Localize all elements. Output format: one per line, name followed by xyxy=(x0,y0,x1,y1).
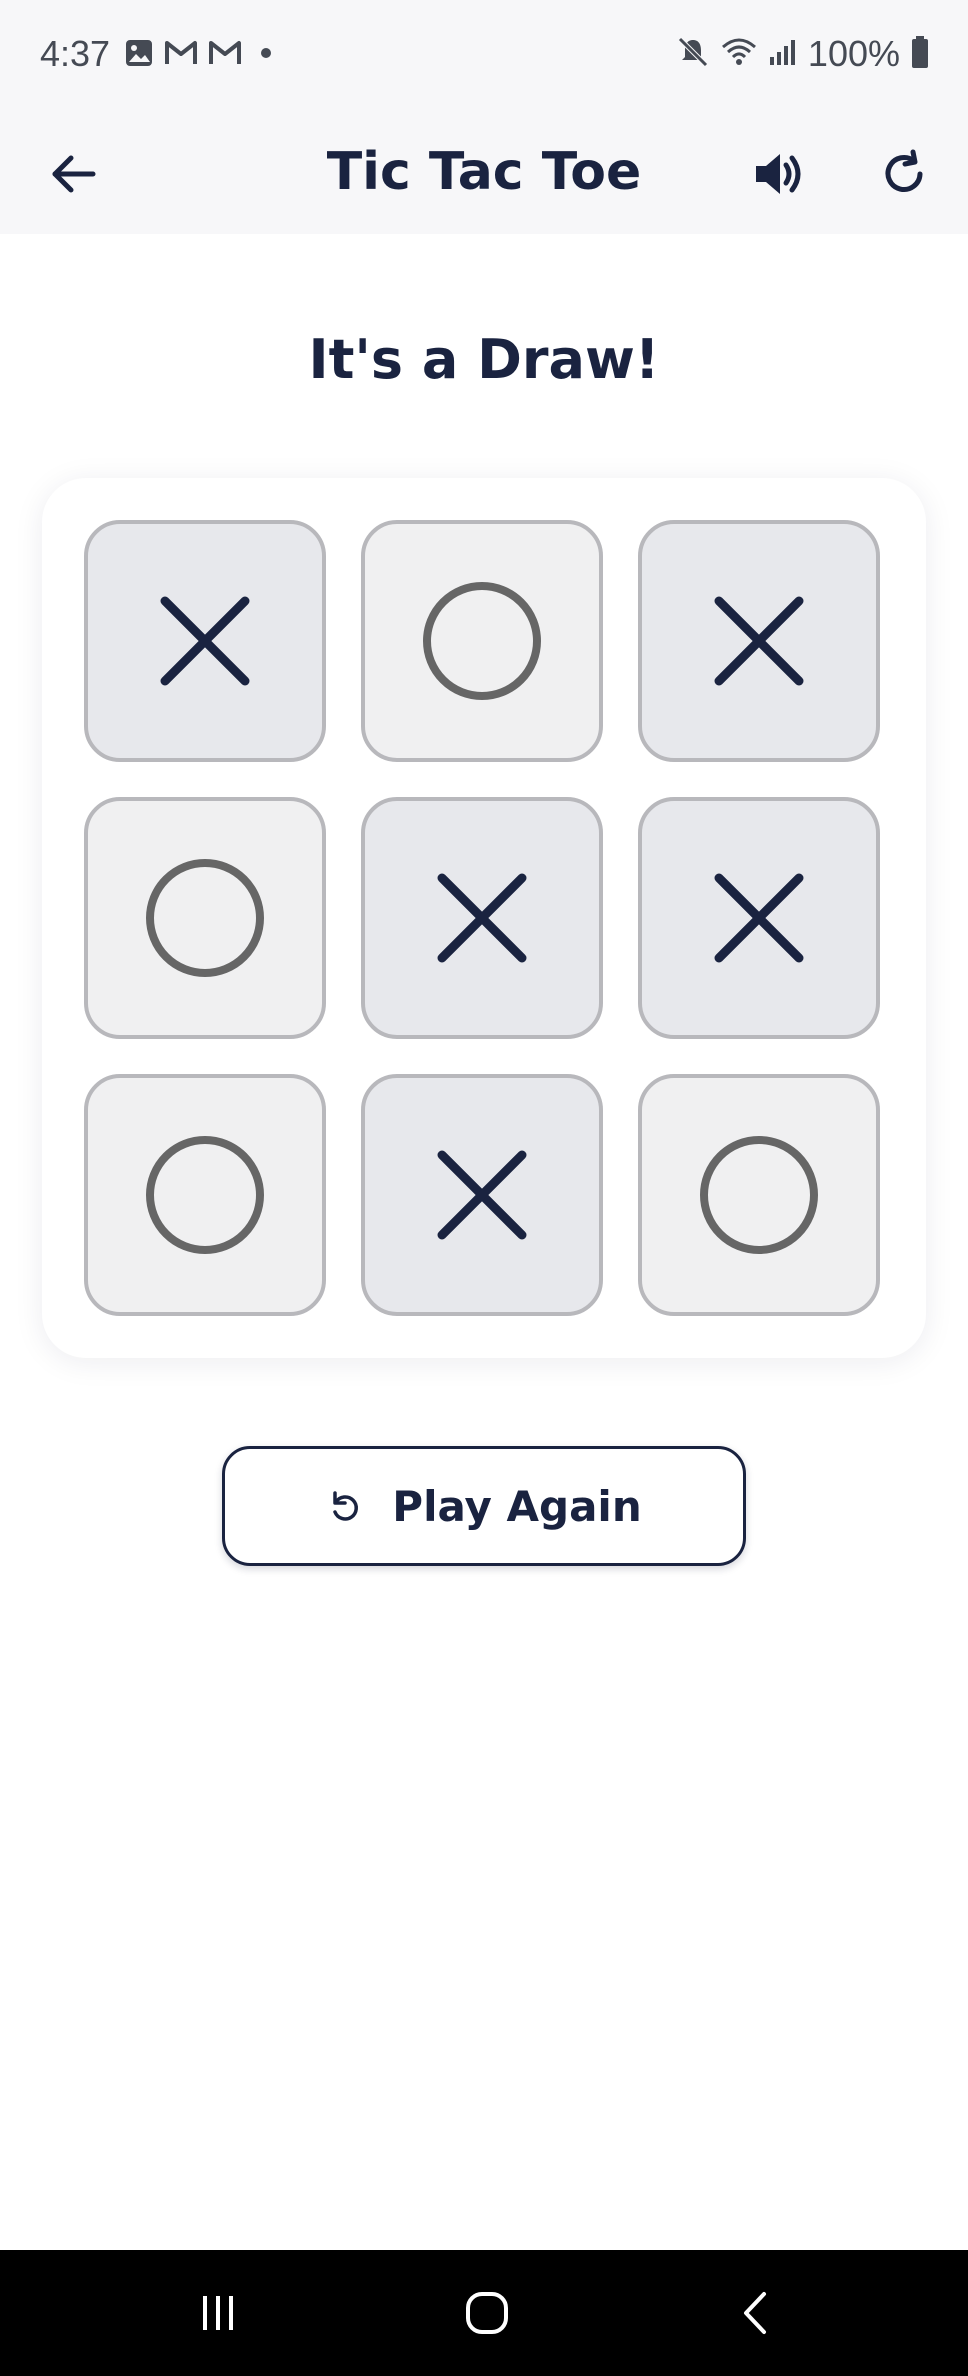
play-again-button[interactable]: Play Again xyxy=(222,1446,746,1566)
back-icon xyxy=(744,2292,766,2334)
o-mark-icon xyxy=(700,1136,818,1254)
play-again-label: Play Again xyxy=(392,1481,642,1531)
board-cell-r1-c2[interactable] xyxy=(361,520,603,762)
restart-button[interactable] xyxy=(868,138,940,210)
board-cell-r3-c3[interactable] xyxy=(638,1074,880,1316)
battery-icon xyxy=(910,35,930,73)
status-system-icons: 100% xyxy=(676,30,930,78)
refresh-icon xyxy=(885,149,923,192)
board-cell-r3-c2[interactable] xyxy=(361,1074,603,1316)
gmail-icon xyxy=(164,39,198,71)
home-icon xyxy=(466,2292,508,2334)
board-cell-r2-c3[interactable] xyxy=(638,797,880,1039)
board-cell-r3-c1[interactable] xyxy=(84,1074,326,1316)
replay-icon xyxy=(333,1491,359,1521)
o-mark-icon xyxy=(423,582,541,700)
status-time: 4:37 xyxy=(40,33,111,74)
status-bar: 4:37 100% xyxy=(0,0,968,112)
status-notification-icons xyxy=(124,38,276,72)
gallery-icon xyxy=(124,38,154,72)
game-status-message: It's a Draw! xyxy=(308,328,660,391)
x-mark-icon xyxy=(437,873,527,963)
x-mark-icon xyxy=(714,596,804,686)
board-cell-r2-c2[interactable] xyxy=(361,797,603,1039)
o-mark-icon xyxy=(146,859,264,977)
wifi-icon xyxy=(720,35,758,73)
x-mark-icon xyxy=(437,1150,527,1240)
board-cell-r1-c3[interactable] xyxy=(638,520,880,762)
board-cell-r1-c1[interactable] xyxy=(84,520,326,762)
board-grid xyxy=(84,520,880,1316)
sound-toggle-button[interactable] xyxy=(742,138,814,210)
mute-icon xyxy=(676,35,710,73)
gmail-icon xyxy=(208,39,242,71)
game-board xyxy=(42,478,926,1358)
o-mark-icon xyxy=(146,1136,264,1254)
app-header: Tic Tac Toe xyxy=(0,112,968,234)
page-title: Tic Tac Toe xyxy=(326,142,642,202)
nav-recents-button[interactable] xyxy=(183,2280,253,2346)
nav-home-button[interactable] xyxy=(452,2280,522,2346)
notification-dot-icon xyxy=(252,39,276,71)
x-mark-icon xyxy=(714,873,804,963)
battery-percent: 100% xyxy=(807,33,900,74)
board-cell-r2-c1[interactable] xyxy=(84,797,326,1039)
volume-icon xyxy=(756,154,801,194)
recents-icon xyxy=(203,2296,233,2330)
system-nav-bar xyxy=(0,2250,968,2376)
x-mark-icon xyxy=(160,596,250,686)
signal-icon xyxy=(768,37,798,71)
nav-back-button[interactable] xyxy=(722,2280,792,2346)
